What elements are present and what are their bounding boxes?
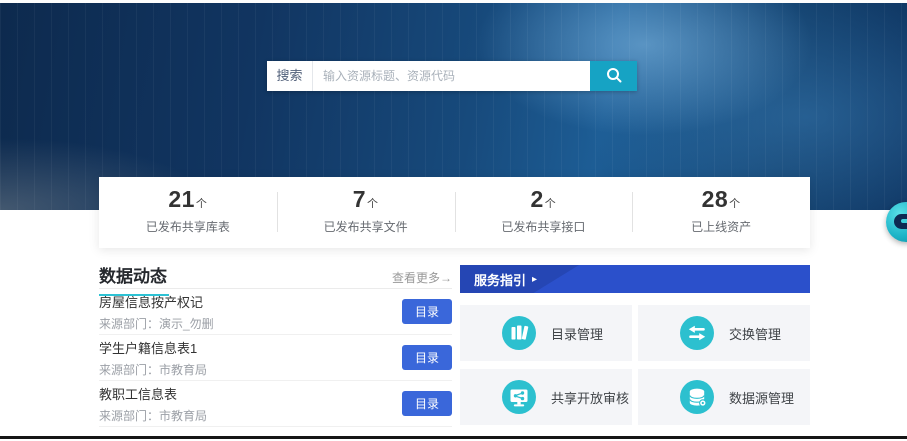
stat-value: 7 (353, 186, 366, 212)
search-label: 搜索 (267, 61, 313, 91)
database-icon (680, 380, 714, 414)
feed-item-source: 来源部门：演示_勿删 (99, 315, 214, 332)
feed-item: 学生户籍信息表1 来源部门：市教育局 目录 (99, 335, 452, 381)
service-guide-header: 服务指引 ▸ (460, 265, 810, 293)
catalog-tag-button[interactable]: 目录 (402, 391, 452, 416)
feed-item-source: 来源部门：市教育局 (99, 361, 207, 378)
stat-published-shared-apis: 2个 已发布共享接口 (455, 177, 633, 248)
stats-summary-card: 21个 已发布共享库表 7个 已发布共享文件 2个 已发布共享接口 28个 已上… (99, 177, 810, 248)
data-feed-header: 数据动态 查看更多→ (99, 262, 452, 289)
stat-label: 已发布共享接口 (455, 218, 633, 235)
catalog-tag-button[interactable]: 目录 (402, 345, 452, 370)
stat-value: 2 (530, 186, 543, 212)
service-guide-title: 服务指引 (474, 270, 526, 289)
stat-unit: 个 (729, 198, 741, 210)
search-icon (605, 66, 623, 87)
data-feed-title: 数据动态 (99, 262, 167, 295)
feed-item-source: 来源部门：市教育局 (99, 407, 207, 424)
catalog-tag-button[interactable]: 目录 (402, 299, 452, 324)
chevron-right-icon: ▸ (532, 274, 537, 285)
service-guide-grid: 目录管理 交换管理 (460, 305, 810, 425)
search-input[interactable] (313, 61, 590, 91)
stat-published-shared-tables: 21个 已发布共享库表 (99, 177, 277, 248)
card-label: 交换管理 (729, 324, 781, 343)
feed-item-title: 学生户籍信息表1 (99, 338, 207, 357)
stat-value: 21 (168, 186, 195, 212)
exchange-arrows-icon (680, 316, 714, 350)
card-datasource-management[interactable]: 数据源管理 (638, 369, 810, 425)
stat-published-shared-files: 7个 已发布共享文件 (277, 177, 455, 248)
catalog-books-icon (502, 316, 536, 350)
stat-value: 28 (702, 186, 729, 212)
card-label: 共享开放审核 (551, 388, 629, 407)
stat-unit: 个 (196, 198, 208, 210)
card-exchange-management[interactable]: 交换管理 (638, 305, 810, 361)
stat-label: 已上线资产 (632, 218, 810, 235)
chat-bubble-icon (894, 214, 907, 229)
portal-homepage: 搜索 21个 已发布共享库表 7个 已发布共享文件 2个 已发布共享接口 28个 (0, 0, 907, 441)
view-more-link[interactable]: 查看更多→ (392, 269, 452, 286)
share-review-monitor-icon (502, 380, 536, 414)
stat-label: 已发布共享文件 (277, 218, 455, 235)
service-guide-section: 服务指引 ▸ 目录管理 (460, 265, 810, 425)
feed-item: 教职工信息表 来源部门：市教育局 目录 (99, 381, 452, 427)
stat-unit: 个 (545, 198, 557, 210)
search-bar: 搜索 (267, 61, 637, 91)
feed-item-title: 教职工信息表 (99, 384, 207, 403)
stat-online-assets: 28个 已上线资产 (632, 177, 810, 248)
data-feed-section: 数据动态 查看更多→ 房屋信息按产权记 来源部门：演示_勿删 目录 学生户籍信息… (99, 262, 452, 427)
search-button[interactable] (590, 61, 637, 91)
stat-label: 已发布共享库表 (99, 218, 277, 235)
card-label: 数据源管理 (729, 388, 794, 407)
card-catalog-management[interactable]: 目录管理 (460, 305, 632, 361)
card-share-open-review[interactable]: 共享开放审核 (460, 369, 632, 425)
card-label: 目录管理 (551, 324, 603, 343)
stat-unit: 个 (367, 198, 379, 210)
